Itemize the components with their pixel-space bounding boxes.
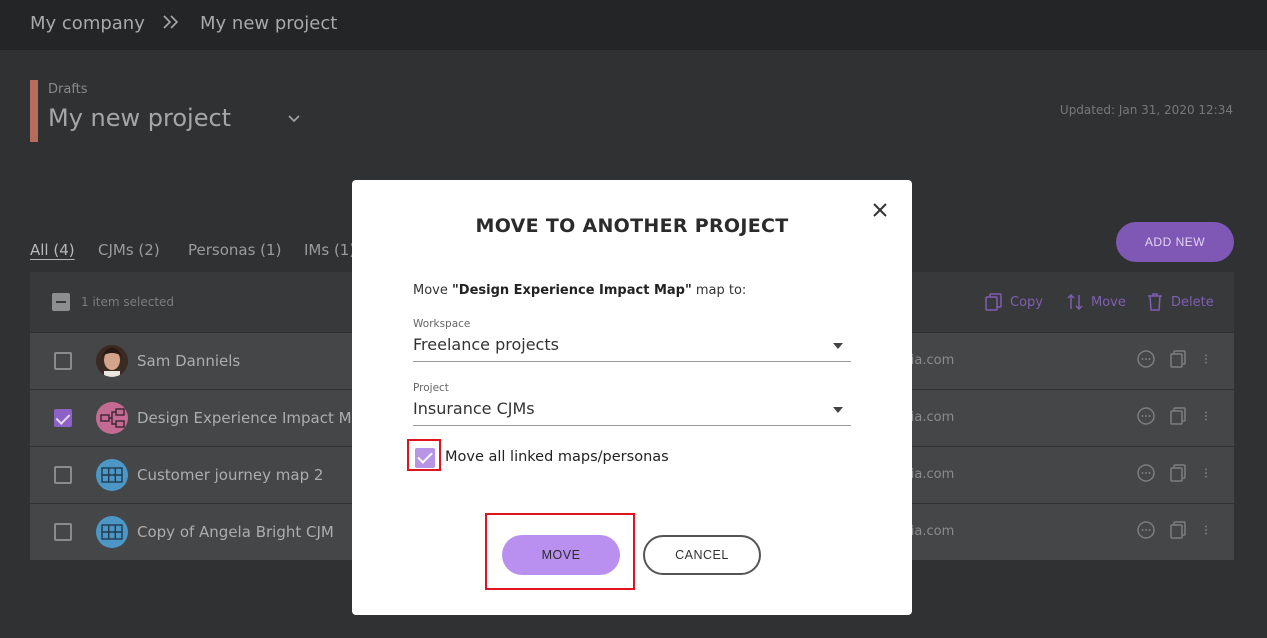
copy-action[interactable]: Copy bbox=[984, 292, 1043, 312]
workspace-select[interactable]: Freelance projects bbox=[413, 335, 559, 354]
tab-all[interactable]: All (4) bbox=[30, 241, 75, 259]
move-linked-label[interactable]: Move all linked maps/personas bbox=[445, 449, 669, 465]
tab-personas[interactable]: Personas (1) bbox=[188, 241, 281, 259]
move-label: Move bbox=[1091, 294, 1126, 310]
more-vertical-icon[interactable] bbox=[1200, 406, 1212, 426]
move-suffix: map to: bbox=[691, 283, 747, 298]
workspace-underline bbox=[413, 361, 851, 362]
row-checkbox[interactable] bbox=[54, 523, 72, 541]
comment-icon[interactable] bbox=[1136, 463, 1156, 483]
more-vertical-icon[interactable] bbox=[1200, 349, 1212, 369]
project-title[interactable]: My new project bbox=[48, 104, 231, 132]
copy-icon bbox=[985, 293, 1002, 311]
project-color-bar bbox=[30, 80, 38, 142]
row-checkbox[interactable] bbox=[54, 352, 72, 370]
map-name: "Design Experience Impact Map" bbox=[452, 283, 692, 298]
duplicate-icon[interactable] bbox=[1168, 463, 1188, 483]
journey-map-icon bbox=[96, 516, 128, 548]
cancel-button[interactable]: CANCEL bbox=[643, 535, 761, 575]
add-new-button[interactable]: ADD NEW bbox=[1116, 222, 1234, 262]
move-description: Move "Design Experience Impact Map" map … bbox=[413, 283, 746, 298]
project-underline bbox=[413, 425, 851, 426]
top-bar: My company My new project bbox=[0, 0, 1267, 50]
updated-timestamp: Updated: Jan 31, 2020 12:34 bbox=[1059, 103, 1233, 117]
move-linked-checkbox[interactable] bbox=[415, 448, 435, 468]
row-tools bbox=[1136, 406, 1212, 426]
comment-icon[interactable] bbox=[1136, 349, 1156, 369]
more-vertical-icon[interactable] bbox=[1200, 463, 1212, 483]
dialog-title: MOVE TO ANOTHER PROJECT bbox=[475, 215, 789, 237]
duplicate-icon[interactable] bbox=[1168, 406, 1188, 426]
move-arrows-icon bbox=[1067, 293, 1083, 311]
breadcrumb-separator-icon bbox=[162, 12, 180, 37]
journey-map-icon bbox=[96, 459, 128, 491]
move-action[interactable]: Move bbox=[1065, 292, 1126, 312]
move-button[interactable]: MOVE bbox=[502, 535, 620, 575]
project-dropdown-arrow-icon[interactable] bbox=[833, 407, 843, 413]
folder-label: Drafts bbox=[48, 82, 88, 97]
chevron-down-icon[interactable] bbox=[286, 110, 302, 126]
row-checkbox[interactable] bbox=[54, 409, 72, 427]
row-checkbox[interactable] bbox=[54, 466, 72, 484]
row-tools bbox=[1136, 520, 1212, 540]
move-prefix: Move bbox=[413, 283, 452, 298]
duplicate-icon[interactable] bbox=[1168, 349, 1188, 369]
project-select[interactable]: Insurance CJMs bbox=[413, 399, 535, 418]
row-tools bbox=[1136, 349, 1212, 369]
workspace-label: Workspace bbox=[413, 318, 471, 330]
row-name[interactable]: Copy of Angela Bright CJM bbox=[137, 523, 334, 541]
workspace-dropdown-arrow-icon[interactable] bbox=[833, 343, 843, 349]
row-name[interactable]: Sam Danniels bbox=[137, 352, 240, 370]
tab-cjms[interactable]: CJMs (2) bbox=[98, 241, 160, 259]
breadcrumb-company[interactable]: My company bbox=[30, 13, 145, 34]
row-tools bbox=[1136, 463, 1212, 483]
row-name[interactable]: Customer journey map 2 bbox=[137, 466, 323, 484]
select-all-checkbox[interactable] bbox=[52, 293, 70, 311]
tab-ims[interactable]: IMs (1) bbox=[304, 241, 355, 259]
copy-label: Copy bbox=[1010, 294, 1043, 310]
more-vertical-icon[interactable] bbox=[1200, 520, 1212, 540]
delete-label: Delete bbox=[1171, 294, 1214, 310]
trash-icon bbox=[1148, 293, 1162, 311]
delete-action[interactable]: Delete bbox=[1145, 292, 1214, 312]
avatar bbox=[96, 345, 128, 377]
comment-icon[interactable] bbox=[1136, 520, 1156, 540]
selected-count: 1 item selected bbox=[81, 295, 175, 309]
project-label: Project bbox=[413, 382, 449, 394]
row-name[interactable]: Design Experience Impact Map bbox=[137, 409, 370, 427]
comment-icon[interactable] bbox=[1136, 406, 1156, 426]
breadcrumb-project[interactable]: My new project bbox=[200, 13, 337, 34]
impact-map-icon bbox=[96, 402, 128, 434]
move-dialog: MOVE TO ANOTHER PROJECT Move "Design Exp… bbox=[352, 180, 912, 615]
duplicate-icon[interactable] bbox=[1168, 520, 1188, 540]
